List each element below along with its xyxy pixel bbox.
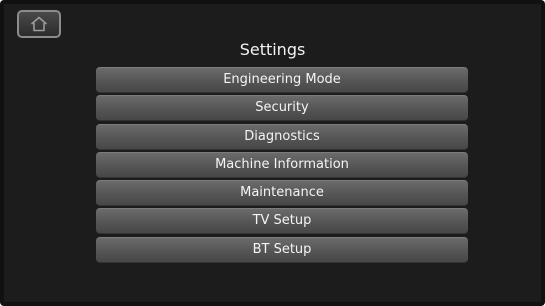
menu-item-diagnostics[interactable]: Diagnostics [96,123,468,150]
menu-item-bt-setup[interactable]: BT Setup [96,236,468,263]
page-title: Settings [239,40,306,59]
menu-item-security[interactable]: Security [96,95,468,122]
home-icon [30,16,48,32]
menu-item-machine-information[interactable]: Machine Information [96,151,468,178]
menu-item-tv-setup[interactable]: TV Setup [96,208,468,235]
menu-item-maintenance[interactable]: Maintenance [96,180,468,207]
menu-item-engineering-mode[interactable]: Engineering Mode [96,67,468,93]
home-button[interactable] [17,10,61,38]
settings-menu: Engineering Mode Security Diagnostics Ma… [96,67,468,265]
